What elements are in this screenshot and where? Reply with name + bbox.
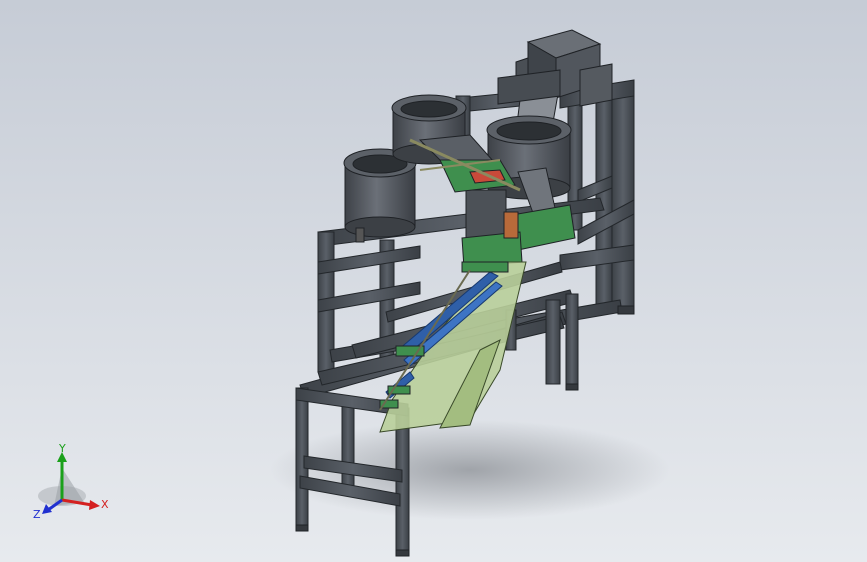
z-axis-label: Z bbox=[33, 508, 41, 521]
x-axis-label: X bbox=[101, 498, 109, 511]
y-axis-label: Y bbox=[58, 442, 66, 455]
3d-machine-assembly[interactable] bbox=[0, 0, 867, 562]
graphics-viewport[interactable]: Y X Z bbox=[0, 0, 867, 562]
view-orientation-triad[interactable]: Y X Z bbox=[30, 440, 120, 530]
x-axis-arrowhead bbox=[89, 500, 100, 510]
vibratory-bowl-left bbox=[343, 148, 417, 243]
